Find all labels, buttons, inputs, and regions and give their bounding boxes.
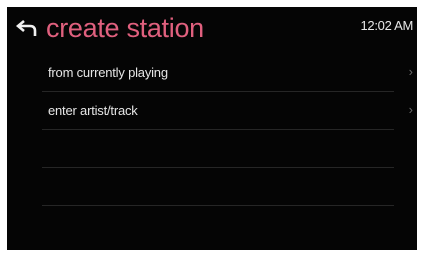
empty-list-row bbox=[42, 130, 394, 168]
menu-item-enter-artist-track[interactable]: enter artist/track › bbox=[42, 92, 413, 130]
menu-item-from-currently-playing[interactable]: from currently playing › bbox=[42, 54, 413, 92]
back-button[interactable] bbox=[15, 19, 39, 39]
chevron-right-icon: › bbox=[408, 102, 413, 117]
empty-list-row bbox=[42, 168, 394, 206]
header-bar: create station 12:02 AM bbox=[7, 7, 417, 51]
clock: 12:02 AM bbox=[360, 18, 413, 33]
station-options-list: from currently playing › enter artist/tr… bbox=[42, 54, 413, 206]
menu-item-label: enter artist/track bbox=[48, 103, 138, 118]
app-screen: create station 12:02 AM from currently p… bbox=[7, 7, 417, 250]
menu-item-label: from currently playing bbox=[48, 65, 168, 80]
back-arrow-icon bbox=[15, 20, 37, 36]
chevron-right-icon: › bbox=[408, 64, 413, 79]
page-title: create station bbox=[46, 13, 204, 43]
